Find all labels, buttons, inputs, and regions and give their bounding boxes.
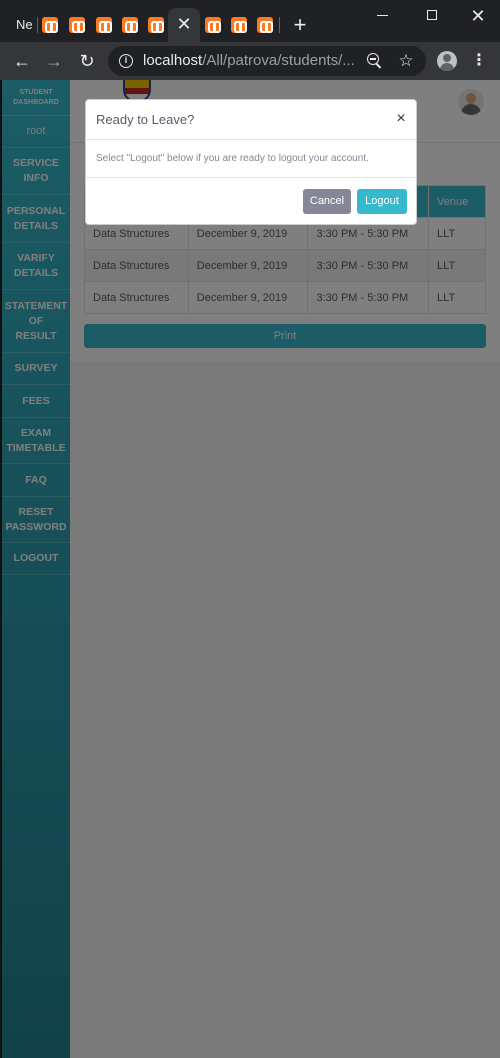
window-maximize-icon[interactable] <box>409 0 455 32</box>
new-tab-plus-icon[interactable]: + <box>289 12 311 38</box>
modal-title: Ready to Leave? <box>96 112 195 127</box>
xampp-favicon-tab[interactable] <box>42 17 58 33</box>
modal-header: Ready to Leave? × <box>86 100 416 140</box>
web-page: STUDENT DASHBOARD root SERVICE INFO PERS… <box>0 80 500 1058</box>
xampp-favicon-tab[interactable] <box>69 17 85 33</box>
tab-close-icon[interactable]: ✕ <box>176 13 192 35</box>
close-icon[interactable]: × <box>391 109 411 129</box>
logout-button[interactable]: Logout <box>357 189 407 214</box>
zoom-out-icon[interactable] <box>367 53 383 69</box>
tab-divider <box>279 17 280 33</box>
site-info-icon[interactable]: i <box>119 54 133 68</box>
xampp-favicon-tab[interactable] <box>257 17 273 33</box>
bookmark-star-icon[interactable]: ☆ <box>396 50 416 72</box>
browser-toolbar: ← → ↻ i localhost/All/patrova/students/.… <box>0 42 500 80</box>
modal-message: Select "Logout" below if you are ready t… <box>96 153 369 164</box>
xampp-favicon-tab[interactable] <box>148 17 164 33</box>
cancel-button[interactable]: Cancel <box>303 189 351 214</box>
window-close-icon[interactable]: ✕ <box>455 0 500 32</box>
browser-tab-strip: Ne ✕ + ✕ <box>0 0 500 42</box>
url-host: localhost <box>143 52 203 69</box>
tab-divider <box>37 17 38 33</box>
modal-body: Select "Logout" below if you are ready t… <box>86 140 416 178</box>
back-arrow-icon[interactable]: ← <box>9 48 35 74</box>
logout-modal: Ready to Leave? × Select "Logout" below … <box>85 99 417 225</box>
browser-tab[interactable]: Ne <box>10 10 36 40</box>
xampp-favicon-tab[interactable] <box>231 17 247 33</box>
xampp-favicon-tab[interactable] <box>96 17 112 33</box>
xampp-favicon-tab[interactable] <box>205 17 221 33</box>
kebab-menu-icon[interactable]: ⋮ <box>470 50 488 72</box>
profile-avatar-icon[interactable] <box>437 51 457 71</box>
url-text[interactable]: localhost/All/patrova/students/... <box>143 46 358 76</box>
forward-arrow-icon[interactable]: → <box>41 48 67 74</box>
address-bar[interactable]: i localhost/All/patrova/students/... ☆ <box>108 46 426 76</box>
window-minimize-icon[interactable] <box>360 0 406 32</box>
reload-icon[interactable]: ↻ <box>74 48 100 74</box>
xampp-favicon-tab[interactable] <box>122 17 138 33</box>
modal-backdrop[interactable] <box>0 80 500 1058</box>
url-path: /All/patrova/students/... <box>202 52 355 69</box>
